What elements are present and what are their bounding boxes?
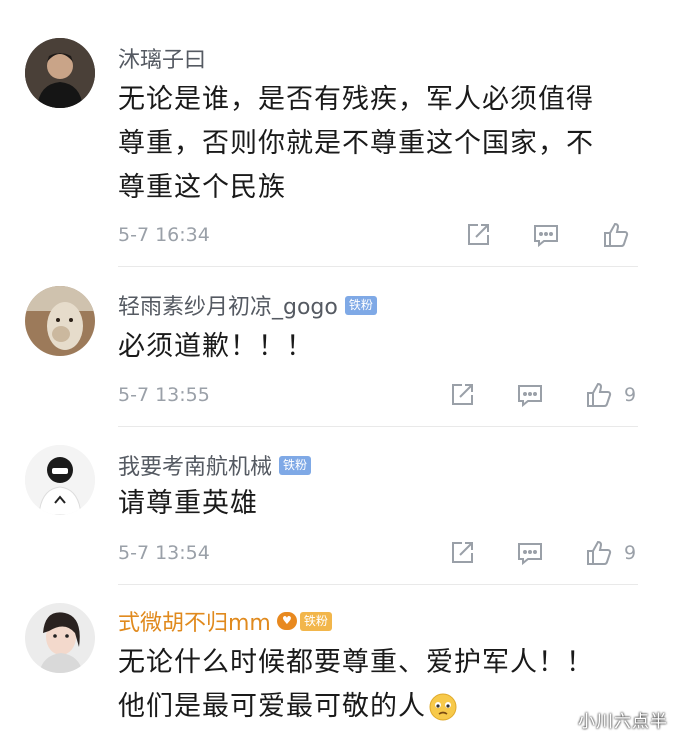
- comment-text-line: 请尊重英雄: [118, 488, 258, 519]
- share-button[interactable]: [448, 539, 476, 567]
- comment-text: 无论是谁，是否有残疾，军人必须值得 尊重，否则你就是不尊重这个国家，不 尊重这个…: [118, 78, 594, 210]
- comment-text-line: 无论什么时候都要尊重、爱护军人！！: [118, 647, 594, 678]
- comment-item: 式微胡不归mm ♥ 铁粉 无论什么时候都要尊重、爱护军人！！ 他们是最可爱最可敬…: [0, 585, 674, 740]
- share-icon: [452, 542, 473, 563]
- comment-text: 请尊重英雄: [118, 482, 258, 526]
- like-button[interactable]: [602, 221, 630, 249]
- comment-item: 沐璃子曰 无论是谁，是否有残疾，军人必须值得 尊重，否则你就是不尊重这个国家，不…: [0, 0, 674, 267]
- username-text: 式微胡不归mm: [118, 611, 271, 636]
- comment-text: 必须道歉！！！: [118, 325, 314, 369]
- comment-icon: [534, 225, 558, 248]
- comment-text-line: 必须道歉！！！: [118, 331, 314, 362]
- username-text: 我要考南航机械: [118, 455, 273, 480]
- comment-button[interactable]: [516, 539, 544, 567]
- watermark: 小川六点半: [578, 712, 668, 732]
- comment-text-line: 他们是最可爱最可敬的人: [118, 685, 594, 729]
- avatar[interactable]: [25, 38, 95, 108]
- comment-button[interactable]: [516, 381, 544, 409]
- like-icon: [587, 540, 612, 565]
- comment-text-line: 尊重，否则你就是不尊重这个国家，不: [118, 128, 594, 159]
- share-icon: [452, 384, 473, 405]
- comment-item: 轻雨素纱月初凉_gogo 铁粉 必须道歉！！！ 5-7 13:55 9: [0, 267, 674, 427]
- fan-badge: 铁粉: [344, 295, 377, 315]
- comment-button[interactable]: [532, 221, 560, 249]
- comment-time: 5-7 13:54: [118, 542, 210, 564]
- share-icon: [468, 224, 489, 245]
- username-text: 轻雨素纱月初凉_gogo: [118, 295, 338, 320]
- comment-time: 5-7 16:34: [118, 224, 210, 246]
- comment-text-segment: 他们是最可爱最可敬的人: [118, 691, 426, 722]
- avatar[interactable]: [25, 286, 95, 356]
- comment-text: 无论什么时候都要尊重、爱护军人！！ 他们是最可爱最可敬的人: [118, 641, 594, 729]
- fan-badge: 铁粉: [279, 455, 312, 475]
- like-count: 9: [624, 542, 637, 564]
- avatar[interactable]: [25, 445, 95, 515]
- comment-text-line: 尊重这个民族: [118, 172, 286, 203]
- emoji-icon: [428, 692, 458, 722]
- comment-icon: [518, 543, 542, 566]
- like-count: 9: [624, 384, 637, 406]
- username[interactable]: 轻雨素纱月初凉_gogo 铁粉: [118, 289, 377, 321]
- like-icon: [604, 222, 629, 247]
- fan-badge: 铁粉: [299, 611, 332, 631]
- comment-text-line: 无论是谁，是否有残疾，军人必须值得: [118, 84, 594, 115]
- like-button[interactable]: [585, 381, 613, 409]
- username[interactable]: 沐璃子曰: [118, 42, 206, 74]
- username[interactable]: 式微胡不归mm ♥ 铁粉: [118, 605, 332, 637]
- comment-time: 5-7 13:55: [118, 384, 210, 406]
- comment-item: 我要考南航机械 铁粉 请尊重英雄 5-7 13:54 9: [0, 427, 674, 585]
- share-button[interactable]: [464, 221, 492, 249]
- comment-icon: [518, 385, 542, 408]
- avatar[interactable]: [25, 603, 95, 673]
- fan-heart-icon: ♥: [276, 612, 297, 630]
- like-icon: [587, 382, 612, 407]
- like-button[interactable]: [585, 539, 613, 567]
- username[interactable]: 我要考南航机械 铁粉: [118, 449, 312, 481]
- share-button[interactable]: [448, 381, 476, 409]
